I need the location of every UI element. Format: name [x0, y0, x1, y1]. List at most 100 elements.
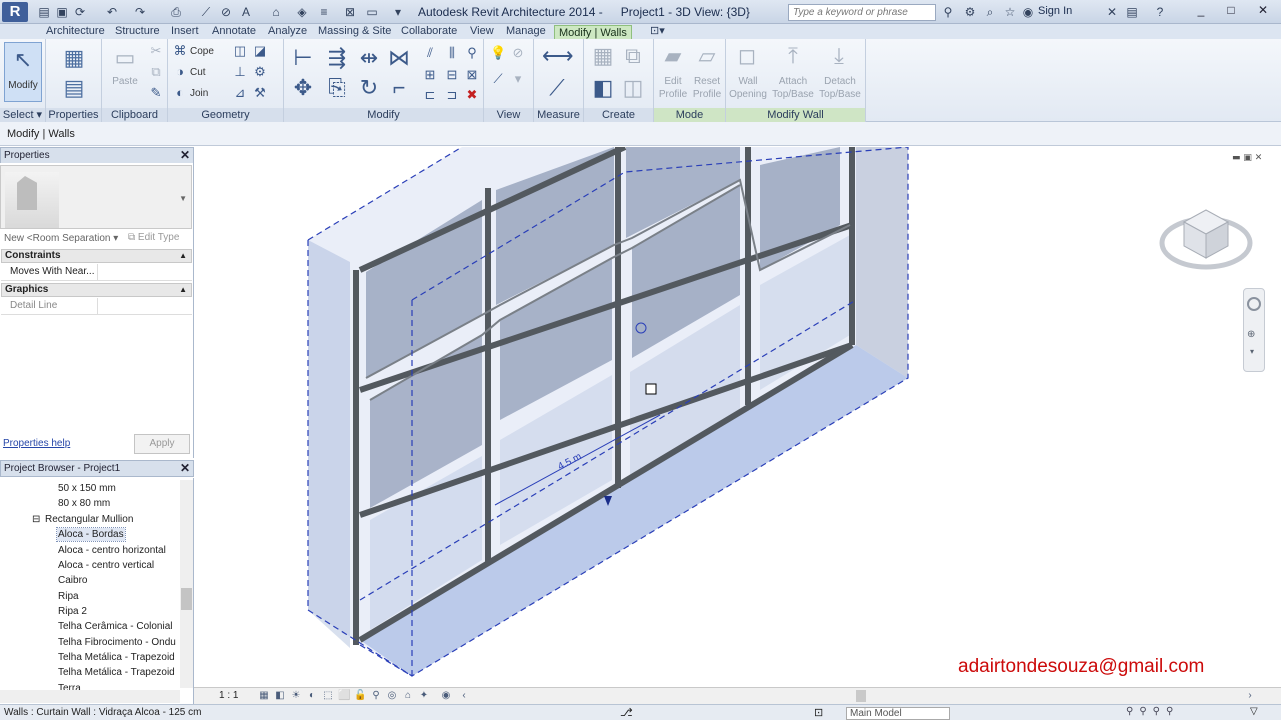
- mirror-axis-icon[interactable]: ⇹: [354, 43, 384, 73]
- select-panel-label[interactable]: Select ▾: [0, 108, 45, 122]
- tree-item[interactable]: Telha Metálica - Trapezoid: [58, 666, 175, 679]
- create-group-icon[interactable]: ◧: [588, 73, 618, 103]
- category-constraints[interactable]: Constraints ▲: [1, 249, 192, 263]
- cut-geometry-icon[interactable]: ◑: [172, 64, 188, 80]
- move-icon[interactable]: ✥: [288, 73, 318, 103]
- favorites-star-icon[interactable]: ☆: [1002, 4, 1018, 20]
- temp-hide-icon[interactable]: ⚲: [370, 690, 382, 702]
- pin-icon[interactable]: ⊠: [464, 67, 480, 83]
- help-search-input[interactable]: Type a keyword or phrase: [788, 4, 936, 21]
- properties-help-link[interactable]: Properties help: [3, 438, 70, 449]
- scale-icon[interactable]: ⊟: [444, 67, 460, 83]
- detail-level-icon[interactable]: ▦: [258, 690, 270, 702]
- aligned-dimension-icon[interactable]: ⟋: [542, 73, 572, 103]
- modify-button[interactable]: ↖ Modify: [4, 42, 42, 102]
- linework-icon[interactable]: ⟋: [490, 71, 506, 87]
- delete-icon[interactable]: ✖: [464, 87, 480, 103]
- binoculars-icon[interactable]: ⚲: [940, 4, 956, 20]
- create-assembly-icon[interactable]: ▦: [588, 41, 618, 71]
- property-value[interactable]: [97, 298, 192, 314]
- tab-architecture[interactable]: Architecture: [46, 24, 105, 39]
- minimize-button[interactable]: _: [1186, 0, 1216, 20]
- view-window-controls-icon[interactable]: ▬ ▣ ✕: [1232, 153, 1262, 163]
- worksets-icon[interactable]: ⎇: [620, 706, 633, 719]
- zoom-icon[interactable]: ⊕: [1247, 329, 1255, 340]
- property-row[interactable]: Detail Line: [1, 298, 192, 315]
- split-face-icon[interactable]: ◫: [232, 43, 248, 59]
- apply-button[interactable]: Apply: [134, 434, 190, 454]
- hammer-icon[interactable]: ⚒: [252, 85, 268, 101]
- tree-item[interactable]: Telha Metálica - Trapezoid: [58, 651, 175, 664]
- 3d-viewport[interactable]: 4.5 m ▬ ▣ ✕: [194, 147, 1281, 687]
- edit-type-button[interactable]: ⧉ Edit Type: [128, 232, 179, 243]
- undo-icon[interactable]: ↶: [104, 4, 120, 20]
- tree-item[interactable]: Ripa: [58, 590, 79, 603]
- tab-collaborate[interactable]: Collaborate: [401, 24, 457, 39]
- unpin-icon[interactable]: ⚲: [464, 45, 480, 61]
- maximize-button[interactable]: □: [1216, 0, 1246, 20]
- print-icon[interactable]: ⎙: [168, 4, 184, 20]
- reset-profile-icon[interactable]: ▱: [692, 41, 722, 71]
- tree-item[interactable]: Aloca - centro vertical: [58, 559, 154, 572]
- property-row[interactable]: Moves With Near...: [1, 264, 192, 281]
- trim-icon[interactable]: ⌐: [384, 73, 414, 103]
- switch-windows-icon[interactable]: ▭: [364, 4, 380, 20]
- cut-clipboard-icon[interactable]: ✂: [148, 43, 164, 59]
- tree-item[interactable]: Telha Fibrocimento - Ondu: [58, 636, 176, 649]
- close-button[interactable]: ✕: [1248, 0, 1278, 20]
- ribbon-minimize-icon[interactable]: ⊡▾: [650, 24, 665, 39]
- align-icon[interactable]: ⊢: [288, 43, 318, 73]
- exchange-icon[interactable]: ✕: [1104, 4, 1120, 20]
- text-icon[interactable]: A: [238, 4, 254, 20]
- wall-opening-icon[interactable]: ◻: [732, 41, 762, 71]
- cope-icon[interactable]: ⌘: [172, 43, 188, 59]
- tree-item[interactable]: Caibro: [58, 574, 87, 587]
- scroll-right-icon[interactable]: ›: [1244, 690, 1256, 702]
- copy-element-icon[interactable]: ⎘: [322, 73, 352, 103]
- subscription-icon[interactable]: ⚙: [962, 4, 978, 20]
- match-type-icon[interactable]: ✎: [148, 85, 164, 101]
- copy-icon[interactable]: ⧉: [148, 64, 164, 80]
- attach-top-base-label[interactable]: Attach Top/Base: [770, 75, 816, 101]
- reset-profile-label[interactable]: Reset Profile: [690, 75, 724, 101]
- attach-top-base-icon[interactable]: ⤒: [778, 41, 808, 71]
- scroll-left-icon[interactable]: ‹: [458, 690, 470, 702]
- type-properties-icon[interactable]: ▦: [59, 43, 89, 73]
- tab-massing-site[interactable]: Massing & Site: [318, 24, 391, 39]
- crop-view-icon[interactable]: ⬚: [322, 690, 334, 702]
- thin-lines-icon[interactable]: ≡: [316, 4, 332, 20]
- trim-multiple-icon[interactable]: ⊏: [422, 87, 438, 103]
- demolish-icon[interactable]: ⚙: [252, 64, 268, 80]
- scrollbar-thumb[interactable]: [181, 588, 192, 610]
- open-icon[interactable]: ▤: [36, 4, 52, 20]
- steering-wheel-icon[interactable]: [1247, 297, 1261, 311]
- measure-icon[interactable]: ⟋: [198, 4, 214, 20]
- qat-dropdown-icon[interactable]: ▾: [390, 4, 406, 20]
- array-icon[interactable]: ⊞: [422, 67, 438, 83]
- tab-structure[interactable]: Structure: [115, 24, 160, 39]
- tab-annotate[interactable]: Annotate: [212, 24, 256, 39]
- category-graphics[interactable]: Graphics ▲: [1, 283, 192, 297]
- tag-icon[interactable]: ⊘: [218, 4, 234, 20]
- show-crop-icon[interactable]: ⬜: [338, 690, 350, 702]
- filter-icon[interactable]: ▽: [1250, 706, 1258, 717]
- rotate-icon[interactable]: ↻: [354, 73, 384, 103]
- project-browser-hscrollbar[interactable]: [0, 690, 180, 703]
- tree-item[interactable]: 50 x 150 mm: [58, 482, 116, 495]
- property-value[interactable]: [97, 264, 192, 280]
- app-store-icon[interactable]: ▤: [1124, 4, 1140, 20]
- instance-filter-dropdown[interactable]: New <Room Separation ▾: [4, 233, 118, 244]
- tab-manage[interactable]: Manage: [506, 24, 546, 39]
- curtain-wall-model[interactable]: 4.5 m ▬ ▣ ✕: [194, 147, 1281, 687]
- communication-icon[interactable]: ⌕: [982, 4, 998, 20]
- type-selector[interactable]: ▼: [0, 165, 192, 229]
- tab-analyze[interactable]: Analyze: [268, 24, 307, 39]
- properties-close-icon[interactable]: ✕: [180, 148, 190, 163]
- view-scale[interactable]: 1 : 1: [219, 690, 238, 701]
- tree-item-selected[interactable]: Aloca - Bordas: [56, 527, 126, 542]
- join-label[interactable]: Join: [190, 87, 208, 100]
- hide-icon[interactable]: 💡: [490, 45, 506, 61]
- viewport-hscroll-thumb[interactable]: [856, 690, 866, 702]
- nav-dropdown-icon[interactable]: ▾: [1250, 347, 1254, 356]
- section-icon[interactable]: ◈: [294, 4, 310, 20]
